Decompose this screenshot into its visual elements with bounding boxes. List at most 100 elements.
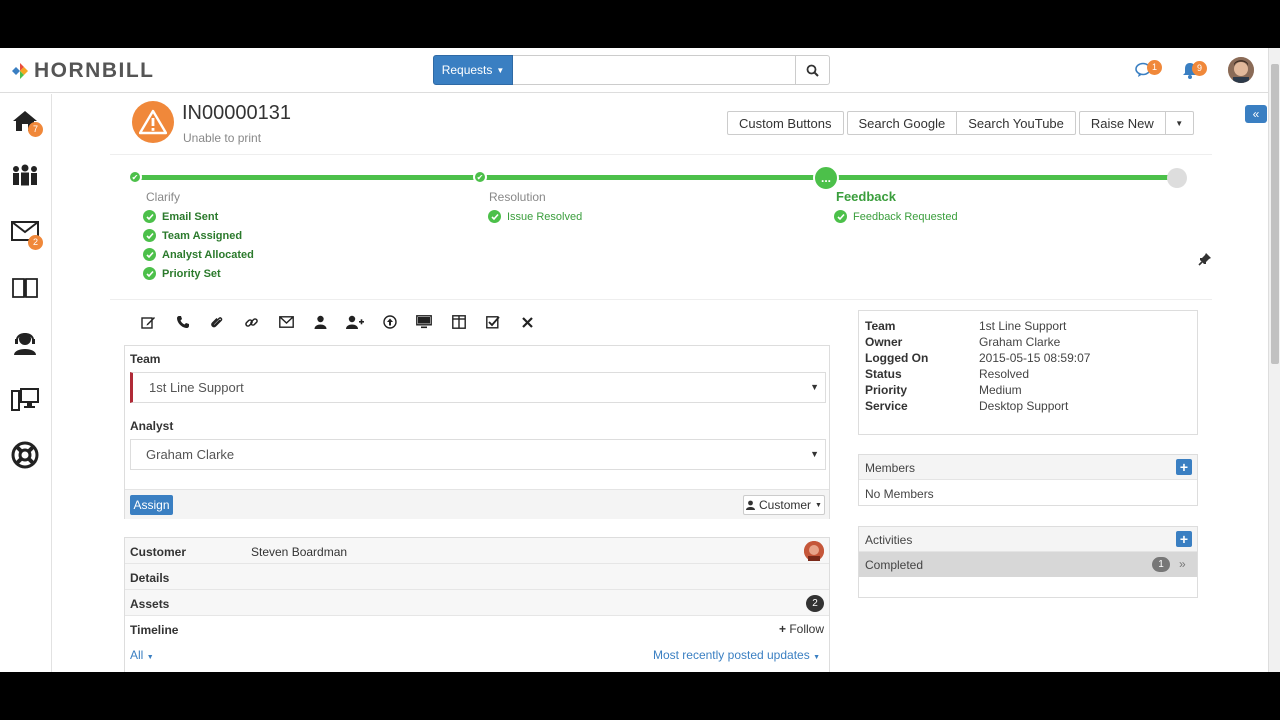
collapse-panel-button[interactable]: « <box>1245 105 1267 123</box>
info-row: Team 1st Line Support <box>865 319 1195 335</box>
assign-user-button[interactable] <box>304 313 339 331</box>
logo[interactable]: HORNBILL <box>10 59 155 82</box>
nav-team[interactable] <box>8 158 42 192</box>
stage-title-resolution: Resolution <box>489 190 546 204</box>
nav-service-desk[interactable] <box>8 326 42 360</box>
info-value: 2015-05-15 08:59:07 <box>979 351 1091 365</box>
checkpoint: Team Assigned <box>143 226 254 245</box>
raise-new-dropdown-button[interactable]: ▼ <box>1165 111 1194 135</box>
nav-home[interactable]: 7 <box>8 104 43 138</box>
chat-button[interactable]: 1 <box>1135 60 1162 81</box>
search-youtube-button[interactable]: Search YouTube <box>957 111 1076 135</box>
completed-activities-row[interactable]: Completed 1 » <box>859 552 1197 577</box>
check-circle-icon <box>143 267 156 280</box>
scrollbar-thumb[interactable] <box>1271 64 1279 364</box>
customer-row[interactable]: Customer Steven Boardman <box>125 538 829 564</box>
checkpoint: Email Sent <box>143 207 254 226</box>
double-chevron-left-icon: « <box>1252 107 1260 121</box>
info-value: Medium <box>979 383 1022 397</box>
call-button[interactable] <box>166 313 201 331</box>
edit-button[interactable] <box>131 313 166 331</box>
remote-button[interactable] <box>407 313 442 331</box>
search-google-button[interactable]: Search Google <box>846 111 958 135</box>
link-icon <box>245 317 259 327</box>
vertical-scrollbar[interactable] <box>1268 48 1280 672</box>
user-avatar[interactable] <box>1228 57 1254 83</box>
email-button[interactable] <box>269 313 304 331</box>
assets-label: Assets <box>130 597 170 611</box>
stage-node-resolution[interactable]: ✔ <box>473 170 487 184</box>
action-buttons: Custom Buttons Search Google Search YouT… <box>727 111 1197 135</box>
assets-row[interactable]: Assets 2 <box>125 590 829 616</box>
resolve-button[interactable] <box>476 313 511 331</box>
stage-node-feedback[interactable]: ... <box>813 165 839 191</box>
add-member-plus-button[interactable]: + <box>1176 459 1192 475</box>
timeline-row: Timeline + Follow <box>125 616 829 642</box>
chat-badge: 1 <box>1147 60 1162 75</box>
checkpoint-label: Team Assigned <box>162 229 243 242</box>
checkpoint: Feedback Requested <box>834 207 958 226</box>
request-summary: Unable to print <box>183 131 262 145</box>
members-title: Members <box>865 461 916 475</box>
escalate-button[interactable] <box>373 313 408 331</box>
customer-avatar[interactable] <box>804 541 824 561</box>
nav-configuration[interactable] <box>8 382 42 416</box>
info-key: Priority <box>865 383 908 397</box>
current-stage-label: ... <box>820 171 831 185</box>
timeline-filter-all[interactable]: All ▼ <box>130 648 154 662</box>
warning-triangle-icon <box>139 109 167 135</box>
customer-dropdown-button[interactable]: Customer ▼ <box>743 495 825 515</box>
arrow-up-circle-icon <box>383 315 397 329</box>
members-panel: Members + No Members <box>858 454 1198 506</box>
notifications-badge: 9 <box>1192 61 1207 76</box>
search-button[interactable] <box>796 55 830 85</box>
nav-library[interactable] <box>8 270 42 304</box>
follow-button[interactable]: + Follow <box>779 622 824 636</box>
pin-icon <box>1198 253 1211 266</box>
caret-down-icon: ▼ <box>1175 118 1184 128</box>
members-header: Members + <box>859 455 1197 480</box>
requests-dropdown-button[interactable]: Requests ▼ <box>433 55 513 85</box>
search-icon <box>806 64 819 77</box>
check-circle-icon <box>143 229 156 242</box>
checkbox-icon <box>486 316 500 329</box>
search-input[interactable] <box>513 55 796 85</box>
nav-support[interactable] <box>8 438 42 472</box>
stage-title-clarify: Clarify <box>146 190 181 204</box>
check-icon: ✔ <box>131 172 139 182</box>
timeline-sort[interactable]: Most recently posted updates ▼ <box>653 648 820 662</box>
attach-button[interactable] <box>200 313 235 331</box>
nav-mail[interactable]: 2 <box>8 214 43 250</box>
info-key: Owner <box>865 335 903 349</box>
link-button[interactable] <box>235 313 270 331</box>
activities-header: Activities + <box>859 527 1197 552</box>
customer-button-label: Customer <box>759 498 812 512</box>
pin-button[interactable] <box>1198 252 1212 269</box>
home-badge: 7 <box>28 122 43 137</box>
close-icon <box>522 316 534 328</box>
add-activity-plus-button[interactable]: + <box>1176 531 1192 547</box>
stage-node-clarify[interactable]: ✔ <box>128 170 142 184</box>
custom-buttons-button[interactable]: Custom Buttons <box>727 111 844 135</box>
cancel-button[interactable] <box>511 313 546 331</box>
warning-icon <box>132 101 174 143</box>
assign-button[interactable]: Assign <box>130 495 173 515</box>
checkpoint-label: Feedback Requested <box>853 210 958 223</box>
lifebuoy-icon <box>11 441 39 469</box>
team-label: Team <box>130 352 161 366</box>
notifications-button[interactable]: 9 <box>1182 61 1207 82</box>
customer-value: Steven Boardman <box>251 545 348 559</box>
computer-icon <box>11 388 39 411</box>
team-select[interactable]: 1st Line Support ▼ <box>130 372 826 403</box>
layout-button[interactable] <box>442 313 477 331</box>
details-row[interactable]: Details <box>125 564 829 590</box>
raise-new-button[interactable]: Raise New <box>1078 111 1166 135</box>
divider <box>110 154 1212 155</box>
add-member-button[interactable] <box>338 313 373 331</box>
requests-label: Requests <box>441 63 493 77</box>
analyst-select[interactable]: Graham Clarke ▼ <box>130 439 826 470</box>
info-key: Team <box>865 319 896 333</box>
add-user-icon <box>346 315 365 329</box>
info-row: Logged On 2015-05-15 08:59:07 <box>865 351 1195 367</box>
envelope-icon <box>278 316 294 328</box>
